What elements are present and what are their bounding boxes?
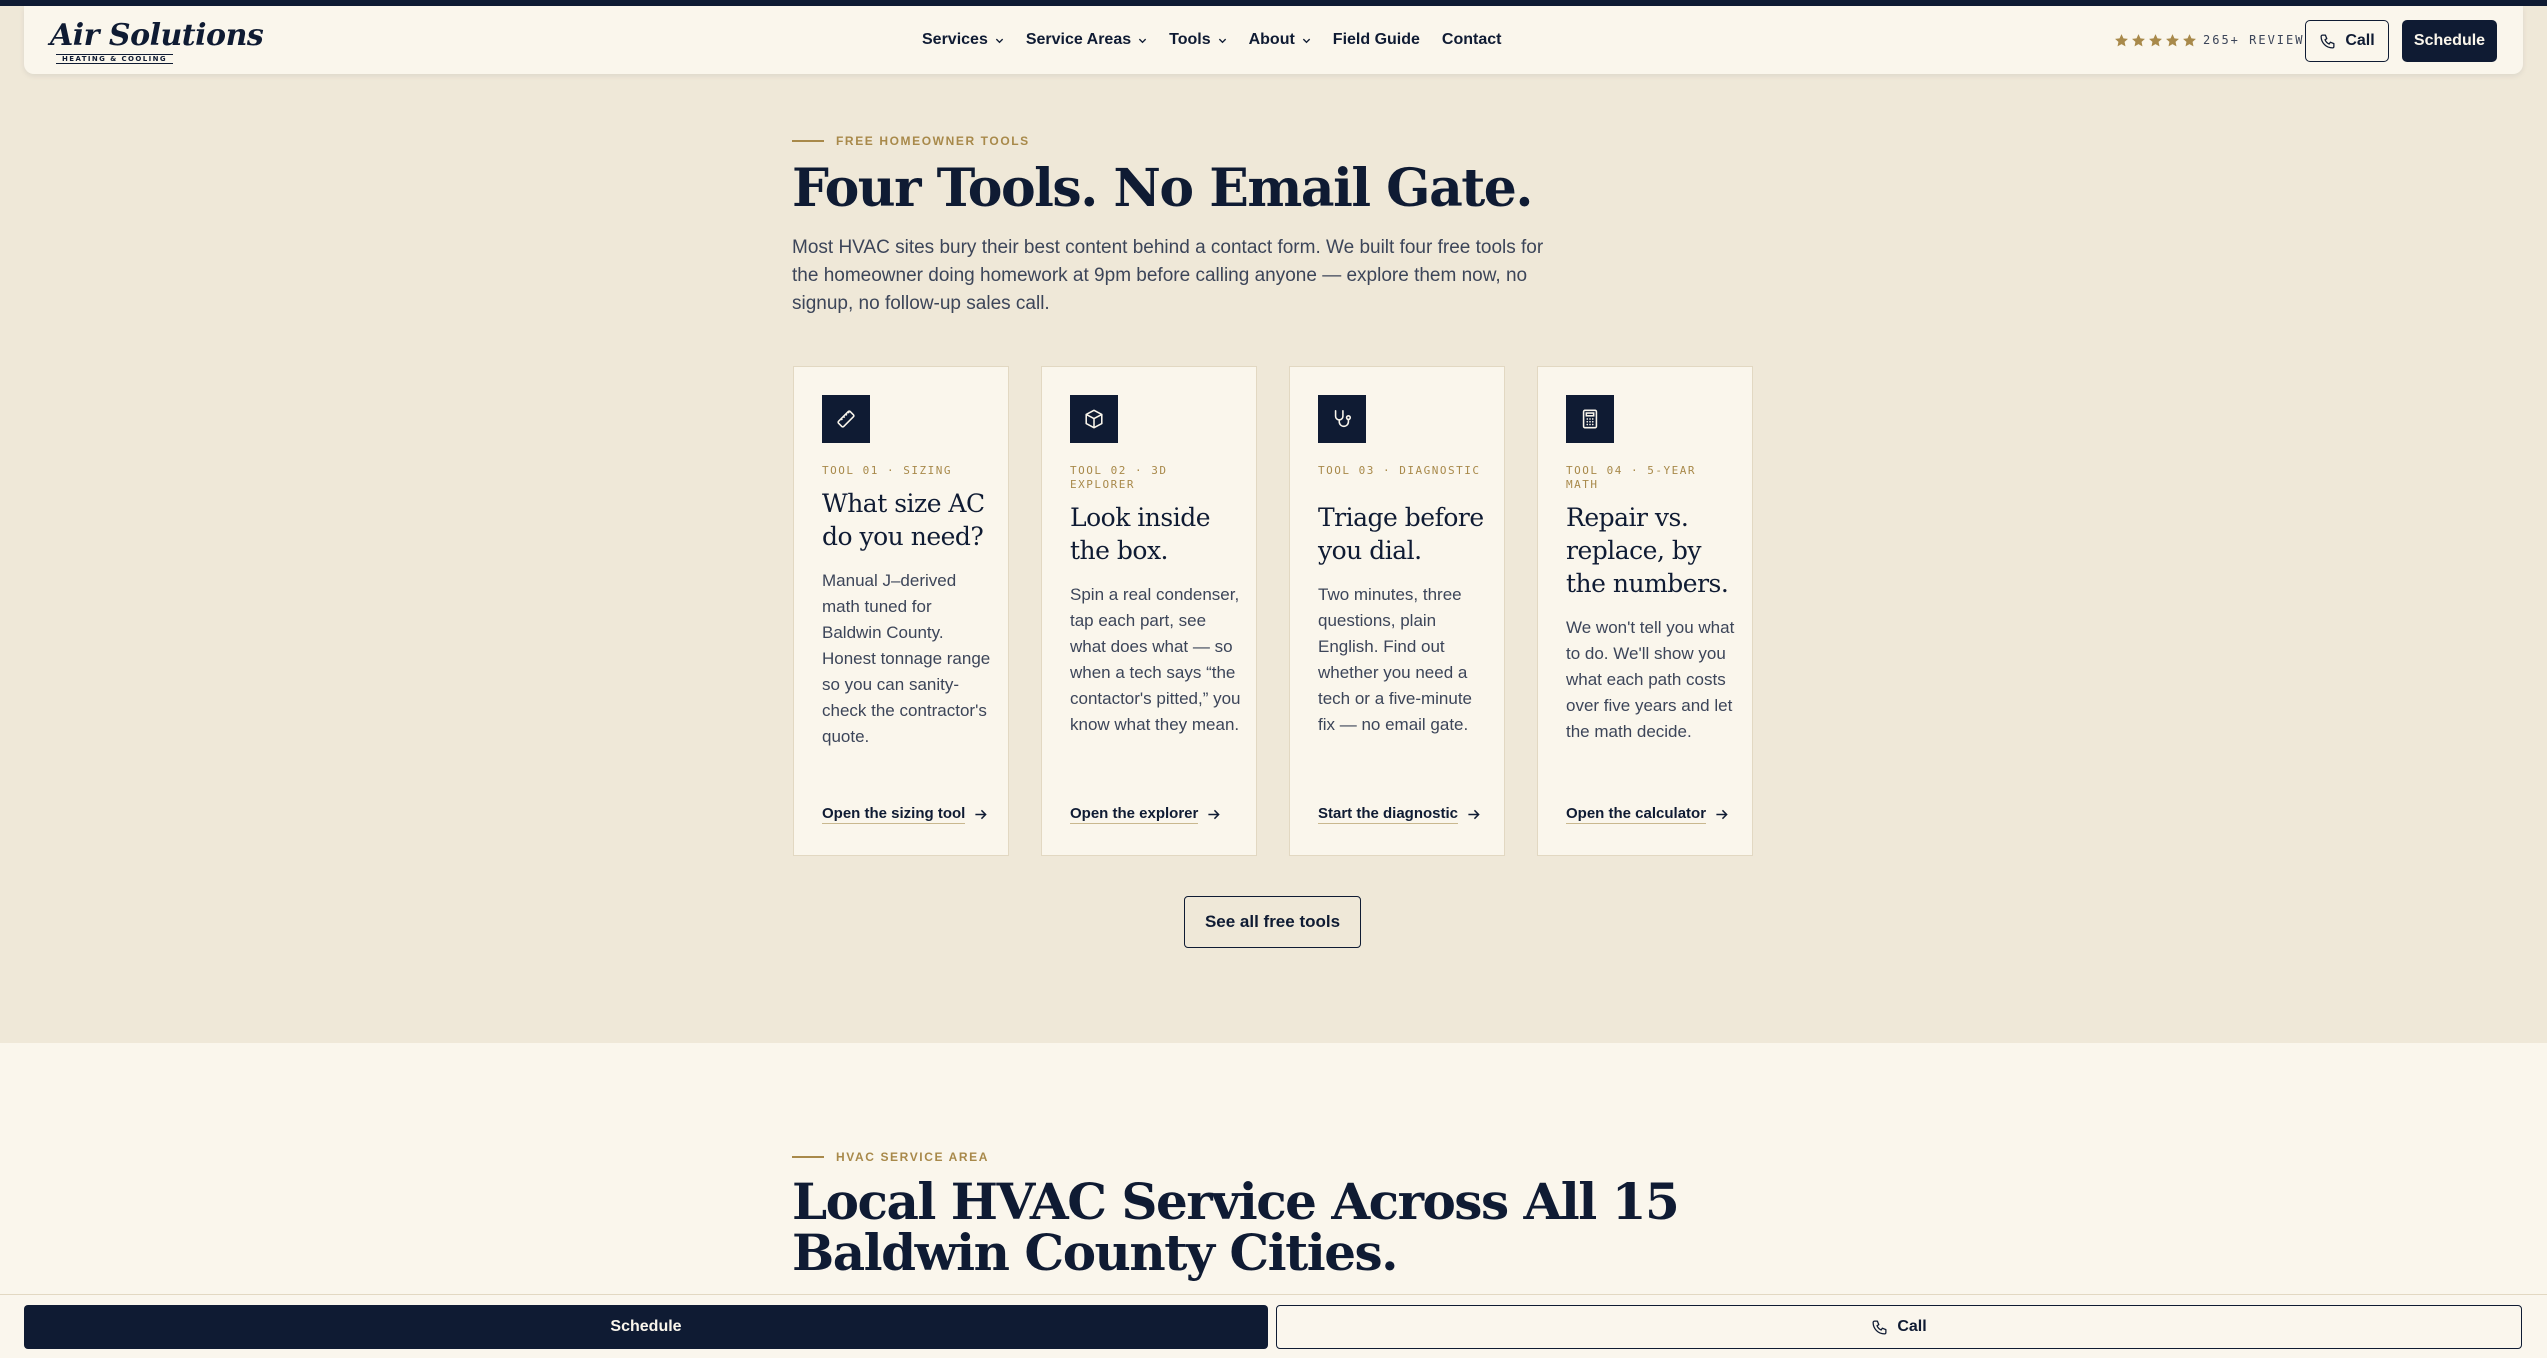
stethoscope-icon [1318,395,1366,443]
card-content: Repair vs. replace, by the numbers. We w… [1566,501,1738,745]
chevron-down-icon [1138,38,1147,43]
nav-item-field-guide[interactable]: Field Guide [1333,31,1420,49]
arrow-right-icon [1468,809,1480,820]
card-body: Manual J–derived math tuned for Baldwin … [822,571,991,746]
card-link[interactable]: Open the sizing tool [822,805,987,824]
see-all-tools-button[interactable]: See all free tools [1184,896,1361,948]
phone-icon [2320,33,2335,49]
schedule-button-label: Schedule [2413,32,2486,49]
bottom-schedule-label: Schedule [610,1318,682,1335]
card-link[interactable]: Open the explorer [1070,805,1221,824]
star-icon [2183,33,2196,46]
nav-item-label: Contact [1441,31,1502,48]
card-content: Look inside the box. Spin a real condens… [1070,501,1242,738]
card-tag: TOOL 04 · 5-YEAR MATH [1566,464,1696,491]
nav-item-services[interactable]: Services [922,31,1004,49]
tools-title: Four Tools. No Email Gate. [792,158,1533,219]
card-title: Triage before you dial. [1318,503,1484,565]
nav-item-contact[interactable]: Contact [1442,31,1502,49]
call-button-label: Call [2345,32,2375,49]
service-area-eyebrow: HVAC SERVICE AREA [792,1150,989,1164]
tool-card-3d-explorer[interactable]: TOOL 02 · 3D EXPLORER Look inside the bo… [1041,366,1257,856]
box-3d-icon [1070,395,1118,443]
card-link-label: Start the diagnostic [1318,805,1459,824]
card-link-label: Open the explorer [1070,805,1199,824]
card-content: What size AC do you need? Manual J–deriv… [822,487,994,750]
sticky-bottom-bar: Schedule Call [0,1294,2547,1358]
card-title: Look inside the box. [1070,503,1211,565]
logo-wordmark: Air Solutions [50,18,264,53]
card-body: We won't tell you what to do. We'll show… [1566,618,1735,741]
card-tag: TOOL 03 · DIAGNOSTIC [1318,464,1481,477]
brand-logo[interactable]: Air Solutions HEATING & COOLING [48,18,264,64]
tool-card-calculator[interactable]: TOOL 04 · 5-YEAR MATH Repair vs. replace… [1537,366,1753,856]
bottom-call-label: Call [1897,1318,1927,1335]
ruler-icon [822,395,870,443]
schedule-button[interactable]: Schedule [2402,20,2497,62]
star-icon [2149,33,2162,46]
nav-item-label: Tools [1169,31,1211,48]
star-icon [2132,33,2145,46]
arrow-right-icon [975,809,987,820]
site-header: Air Solutions HEATING & COOLING Services… [24,6,2523,74]
service-area-eyebrow-text: HVAC SERVICE AREA [836,1150,990,1164]
card-tag: TOOL 01 · SIZING [822,464,952,477]
card-body: Spin a real condenser, tap each part, se… [1070,585,1241,734]
nav-item-about[interactable]: About [1249,31,1311,49]
nav-item-label: Field Guide [1332,31,1420,48]
star-icon [2166,33,2179,46]
see-all-tools-label: See all free tools [1204,912,1341,931]
tools-eyebrow-text: FREE HOMEOWNER TOOLS [836,134,1030,148]
eyebrow-rule [792,1156,824,1158]
card-tag: TOOL 02 · 3D EXPLORER [1070,464,1168,491]
tool-card-sizing[interactable]: TOOL 01 · SIZING What size AC do you nee… [793,366,1009,856]
arrow-right-icon [1208,809,1221,820]
nav-item-label: Services [922,31,988,48]
card-title: What size AC do you need? [822,489,985,551]
tools-eyebrow: FREE HOMEOWNER TOOLS [792,134,1030,148]
chevron-down-icon [1302,38,1310,43]
phone-icon [1872,1319,1887,1335]
bottom-call-button[interactable]: Call [1276,1305,2522,1349]
nav-item-label: Service Areas [1025,31,1132,48]
nav-item-tools[interactable]: Tools [1169,31,1226,49]
card-content: Triage before you dial. Two minutes, thr… [1318,501,1490,738]
eyebrow-rule [792,140,824,142]
tool-card-diagnostic[interactable]: TOOL 03 · DIAGNOSTIC Triage before you d… [1289,366,1505,856]
bottom-schedule-button[interactable]: Schedule [24,1305,1268,1349]
nav-item-label: About [1248,31,1295,48]
service-area-title: Local HVAC Service Across All 15 Baldwin… [792,1172,1680,1282]
card-link[interactable]: Open the calculator [1566,805,1728,824]
chevron-down-icon [995,38,1003,43]
reviews-count: 265+ REVIEWS [2203,33,2314,47]
main-menu: Services Service Areas Tools About Field… [922,6,1501,74]
card-body: Two minutes, three questions, plain Engl… [1318,585,1473,734]
logo-tagline: HEATING & COOLING [56,54,173,64]
chevron-down-icon [1218,38,1226,43]
call-button[interactable]: Call [2305,20,2389,62]
reviews-rating[interactable]: 265+ REVIEWS [2114,6,2314,74]
card-link-label: Open the sizing tool [822,805,966,824]
star-icon [2115,33,2128,46]
star-rating [2114,33,2197,48]
card-title: Repair vs. replace, by the numbers. [1566,503,1729,598]
tools-intro: Most HVAC sites bury their best content … [792,237,1544,314]
calculator-icon [1566,395,1614,443]
nav-item-service-areas[interactable]: Service Areas [1026,31,1147,49]
arrow-right-icon [1716,809,1728,820]
card-link[interactable]: Start the diagnostic [1318,805,1480,824]
card-link-label: Open the calculator [1566,805,1707,824]
